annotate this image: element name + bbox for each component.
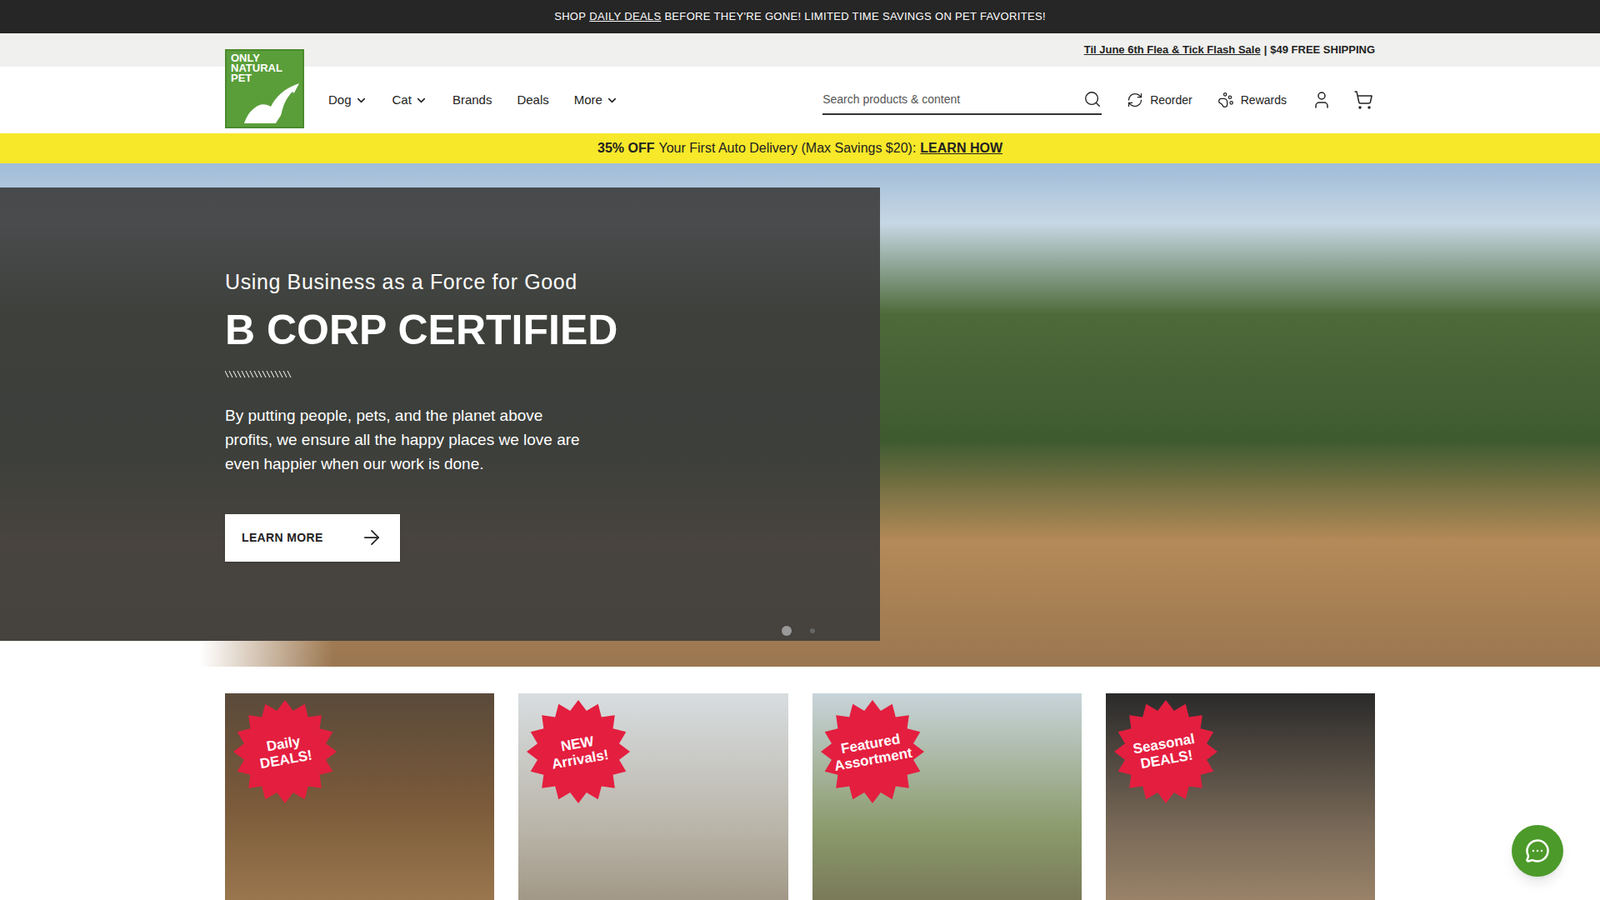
header: ONLYNATURALPETDogCatBrandsDealsMoreSearc… [0, 66, 1600, 134]
chevron-down-icon [355, 94, 368, 107]
category-card[interactable]: FeaturedAssortment [812, 693, 1082, 900]
arrow-right-icon [360, 525, 384, 550]
card-badge: NEWArrivals! [525, 698, 632, 805]
paw-icon [1217, 91, 1235, 109]
card-badge: FeaturedAssortment [819, 698, 926, 805]
carousel-dot[interactable] [810, 628, 815, 634]
hero-panel: Using Business as a Force for Good B CORP… [0, 187, 880, 641]
nav-item[interactable]: Brands [452, 90, 493, 110]
hero-title: B CORP CERTIFIED [225, 305, 880, 355]
page: SHOP DAILY DEALS BEFORE THEY'RE GONE! LI… [0, 0, 1600, 900]
nav-item[interactable]: Dog [328, 90, 368, 110]
nav-item[interactable]: Cat [392, 90, 428, 110]
pet-silhouette-icon [242, 81, 301, 125]
learn-more-button[interactable]: LEARN MORE [225, 514, 400, 562]
nav-item[interactable]: More [574, 90, 619, 110]
learn-how-link[interactable]: LEARN HOW [920, 138, 1003, 159]
main-nav: Dog Cat Brands Deals More [328, 90, 619, 110]
hero-eyebrow: Using Business as a Force for Good [225, 266, 880, 299]
hero-body: By putting people, pets, and the planet … [225, 403, 584, 476]
account-icon[interactable] [1311, 90, 1332, 110]
reorder-icon [1126, 91, 1144, 109]
daily-deals-link[interactable]: DAILY DEALS [589, 8, 661, 25]
cart-icon[interactable] [1353, 90, 1374, 110]
search-field[interactable]: Search products & content [822, 85, 1102, 115]
chevron-down-icon [605, 94, 619, 107]
category-card[interactable]: NEWArrivals! [518, 693, 788, 900]
logo[interactable]: ONLYNATURALPET [225, 49, 305, 129]
hero-carousel: Using Business as a Force for Good B CORP… [0, 163, 1600, 667]
category-card[interactable]: DailyDEALS! [225, 693, 495, 900]
chat-icon [1525, 838, 1550, 864]
card-badge: DailyDEALS! [231, 698, 339, 805]
announcement-bar: SHOP DAILY DEALS BEFORE THEY'RE GONE! LI… [0, 0, 1600, 34]
category-cards: DailyDEALS! NEWArrivals! FeaturedAssortmen… [225, 666, 1375, 900]
search-icon[interactable] [1083, 90, 1102, 109]
rewards-button[interactable]: Rewards [1217, 91, 1287, 110]
flash-sale-link[interactable]: Til June 6th Flea & Tick Flash Sale [1084, 41, 1261, 59]
chevron-down-icon [415, 94, 428, 107]
reorder-button[interactable]: Reorder [1126, 91, 1193, 110]
zigzag-icon [225, 370, 292, 379]
auto-delivery-bar: 35% OFFYour First Auto Delivery (Max Sav… [0, 133, 1600, 164]
carousel-dot[interactable] [781, 625, 792, 636]
nav-item[interactable]: Deals [516, 90, 549, 110]
card-badge: SeasonalDEALS! [1112, 698, 1220, 805]
chat-button[interactable] [1511, 825, 1564, 877]
carousel-dots [781, 625, 815, 636]
category-card[interactable]: SeasonalDEALS! [1105, 693, 1375, 900]
